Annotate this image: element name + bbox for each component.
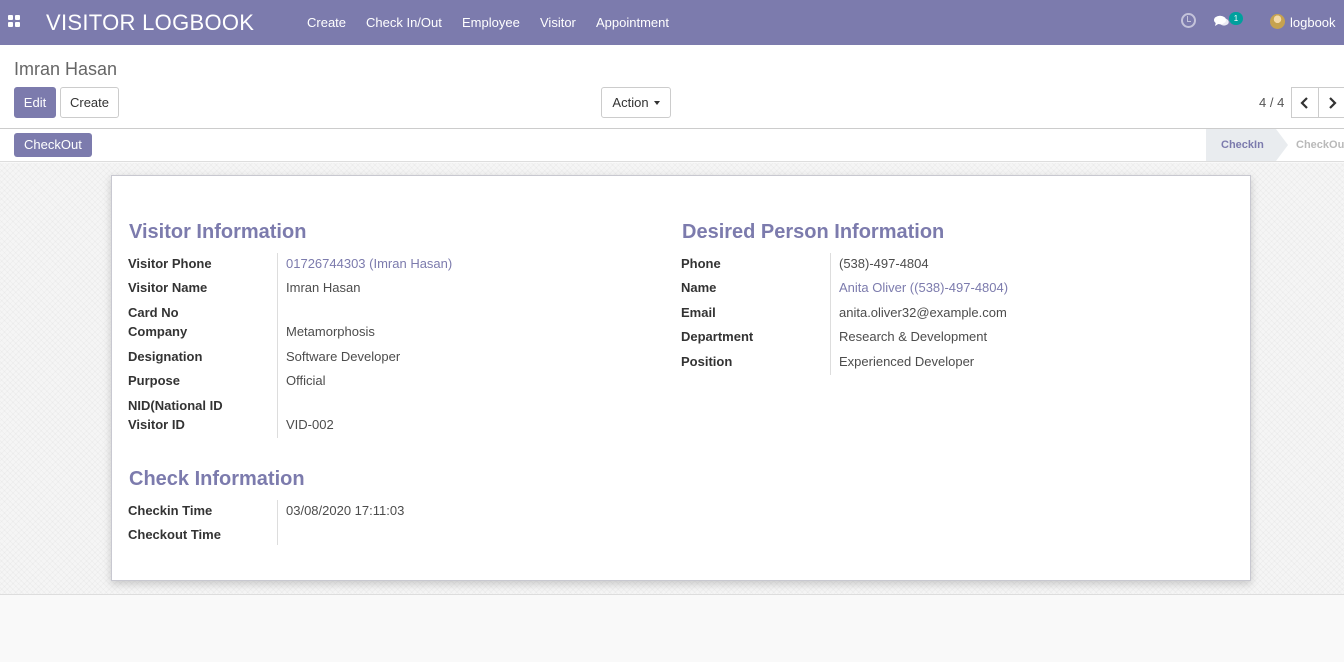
action-label: Action (612, 95, 649, 110)
card-no-label: Card No (128, 305, 179, 320)
email-value: anita.oliver32@example.com (839, 305, 1007, 320)
pager-previous-button[interactable] (1291, 87, 1319, 118)
checkin-time-value: 03/08/2020 17:11:03 (286, 503, 405, 518)
department-value: Research & Development (839, 329, 988, 344)
desired-name-label: Name (681, 280, 717, 295)
form-sheet: Visitor Information Visitor Phone 017267… (111, 175, 1251, 581)
menu-check-in-out[interactable]: Check In/Out (366, 15, 442, 30)
designation-value: Software Developer (286, 349, 401, 364)
visitor-phone-label: Visitor Phone (128, 256, 212, 271)
chat-count-badge: 1 (1229, 12, 1243, 25)
position-label: Position (681, 354, 733, 369)
visitor-name-label: Visitor Name (128, 280, 208, 295)
menu-visitor[interactable]: Visitor (540, 15, 576, 30)
visitor-phone-link[interactable]: 01726744303 (Imran Hasan) (286, 256, 452, 271)
purpose-value: Official (286, 373, 326, 388)
desired-phone-value: (538)-497-4804 (839, 256, 929, 271)
edit-button[interactable]: Edit (14, 87, 56, 118)
control-panel: Imran Hasan Edit Create Action 4 / 4 (0, 45, 1344, 129)
purpose-label: Purpose (128, 373, 181, 388)
checkout-time-label: Checkout Time (128, 527, 221, 542)
field-separator (277, 253, 278, 438)
pager-value: 4 / 4 (1259, 95, 1285, 110)
menu-appointment[interactable]: Appointment (596, 15, 669, 30)
status-bar: CheckOut CheckIn CheckOut (0, 129, 1344, 162)
designation-label: Designation (128, 349, 203, 364)
visitor-id-value: VID-002 (286, 417, 334, 432)
field-separator (277, 500, 278, 545)
visitor-id-label: Visitor ID (128, 417, 185, 432)
chevron-right-icon (1329, 97, 1337, 109)
position-value: Experienced Developer (839, 354, 975, 369)
form-background: Visitor Information Visitor Phone 017267… (0, 163, 1344, 595)
desired-name-link[interactable]: Anita Oliver ((538)-497-4804) (839, 280, 1008, 295)
check-information-title: Check Information (129, 468, 305, 490)
field-separator (830, 253, 831, 375)
chevron-left-icon (1300, 97, 1308, 109)
app-brand[interactable]: VISITOR LOGBOOK (46, 10, 254, 36)
visitor-information-title: Visitor Information (129, 221, 307, 243)
checkin-time-label: Checkin Time (128, 503, 213, 518)
desired-phone-label: Phone (681, 256, 721, 271)
user-menu[interactable]: logbook (1290, 15, 1336, 30)
email-label: Email (681, 305, 716, 320)
apps-menu-icon[interactable] (8, 15, 21, 28)
visitor-name-value: Imran Hasan (286, 280, 361, 295)
caret-down-icon (653, 100, 660, 105)
user-avatar[interactable] (1270, 14, 1285, 29)
page-title: Imran Hasan (14, 59, 118, 79)
company-label: Company (128, 324, 188, 339)
activity-clock-icon[interactable] (1181, 13, 1196, 28)
chat-icon[interactable] (1214, 15, 1229, 27)
checkout-button[interactable]: CheckOut (14, 133, 92, 157)
company-value: Metamorphosis (286, 324, 375, 339)
nid-label: NID(National ID (128, 398, 223, 413)
create-button[interactable]: Create (60, 87, 119, 118)
action-dropdown[interactable]: Action (601, 87, 671, 118)
pager-next-button[interactable] (1318, 87, 1344, 118)
stage-checkin[interactable]: CheckIn (1206, 129, 1288, 161)
menu-create[interactable]: Create (307, 15, 346, 30)
top-navbar: VISITOR LOGBOOK Create Check In/Out Empl… (0, 0, 1344, 45)
stage-checkout[interactable]: CheckOut (1296, 129, 1344, 161)
department-label: Department (681, 329, 754, 344)
desired-person-information-title: Desired Person Information (682, 221, 945, 243)
menu-employee[interactable]: Employee (462, 15, 520, 30)
